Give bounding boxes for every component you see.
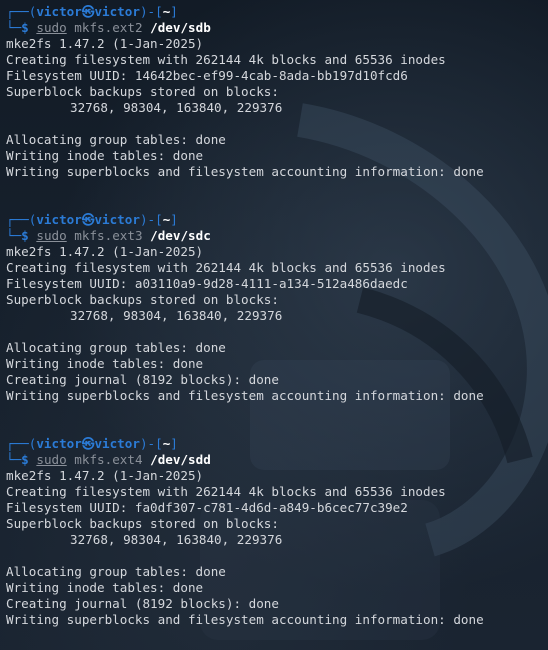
command-name: mkfs.ext4 <box>74 452 143 467</box>
command-line: └─$ sudo mkfs.ext4 /dev/sdd <box>6 452 211 467</box>
backup-blocks: 32768, 98304, 163840, 229376 <box>70 532 283 547</box>
prompt-line: ┌──(victor㉿victor)-[~] <box>6 436 178 451</box>
output-line: Filesystem UUID: fa0df307-c781-4d6d-a849… <box>6 500 408 515</box>
output-line: Superblock backups stored on blocks: <box>6 516 279 531</box>
prompt-skull-icon: ㉿ <box>81 436 95 451</box>
output-line: Writing superblocks and filesystem accou… <box>6 388 484 403</box>
prompt-user: victor <box>36 436 82 451</box>
command-device: /dev/sdb <box>150 20 211 35</box>
prompt-line: ┌──(victor㉿victor)-[~] <box>6 4 178 19</box>
command-block: ┌──(victor㉿victor)-[~] └─$ sudo mkfs.ext… <box>6 436 546 628</box>
prompt-skull-icon: ㉿ <box>81 4 95 19</box>
terminal-window[interactable]: ┌──(victor㉿victor)-[~] └─$ sudo mkfs.ext… <box>0 0 548 650</box>
command-name: mkfs.ext2 <box>74 20 143 35</box>
prompt-user: victor <box>36 212 82 227</box>
prompt-host: victor <box>94 212 140 227</box>
sudo-keyword: sudo <box>36 20 67 35</box>
output-line: Creating journal (8192 blocks): done <box>6 596 279 611</box>
output-line: Creating filesystem with 262144 4k block… <box>6 484 446 499</box>
prompt-line: ┌──(victor㉿victor)-[~] <box>6 212 178 227</box>
prompt-skull-icon: ㉿ <box>81 212 95 227</box>
output-line: Superblock backups stored on blocks: <box>6 292 279 307</box>
backup-blocks: 32768, 98304, 163840, 229376 <box>70 308 283 323</box>
output-line: Writing inode tables: done <box>6 148 204 163</box>
command-block: ┌──(victor㉿victor)-[~] └─$ sudo mkfs.ext… <box>6 4 546 180</box>
backup-blocks: 32768, 98304, 163840, 229376 <box>70 100 283 115</box>
command-block: ┌──(victor㉿victor)-[~] └─$ sudo mkfs.ext… <box>6 212 546 404</box>
command-name: mkfs.ext3 <box>74 228 143 243</box>
command-device: /dev/sdc <box>150 228 211 243</box>
command-line: └─$ sudo mkfs.ext2 /dev/sdb <box>6 20 211 35</box>
output-line: mke2fs 1.47.2 (1-Jan-2025) <box>6 468 204 483</box>
output-line: Writing superblocks and filesystem accou… <box>6 164 484 179</box>
sudo-keyword: sudo <box>36 452 67 467</box>
output-line: Writing inode tables: done <box>6 356 204 371</box>
output-line: Creating filesystem with 262144 4k block… <box>6 260 446 275</box>
terminal-output: ┌──(victor㉿victor)-[~] └─$ sudo mkfs.ext… <box>6 4 546 650</box>
output-line: Filesystem UUID: a03110a9-9d28-4111-a134… <box>6 276 408 291</box>
output-line: mke2fs 1.47.2 (1-Jan-2025) <box>6 36 204 51</box>
prompt-host: victor <box>94 4 140 19</box>
sudo-keyword: sudo <box>36 228 67 243</box>
output-line: Superblock backups stored on blocks: <box>6 84 279 99</box>
output-line: Allocating group tables: done <box>6 340 226 355</box>
output-line: mke2fs 1.47.2 (1-Jan-2025) <box>6 244 204 259</box>
output-line: Allocating group tables: done <box>6 132 226 147</box>
output-line: Creating journal (8192 blocks): done <box>6 372 279 387</box>
output-line: Writing superblocks and filesystem accou… <box>6 612 484 627</box>
prompt-cwd: ~ <box>162 436 171 451</box>
output-line: Allocating group tables: done <box>6 564 226 579</box>
prompt-user: victor <box>36 4 82 19</box>
prompt-cwd: ~ <box>162 212 171 227</box>
output-line: Writing inode tables: done <box>6 580 204 595</box>
output-line: Filesystem UUID: 14642bec-ef99-4cab-8ada… <box>6 68 408 83</box>
prompt-cwd: ~ <box>162 4 171 19</box>
command-device: /dev/sdd <box>150 452 211 467</box>
command-line: └─$ sudo mkfs.ext3 /dev/sdc <box>6 228 211 243</box>
prompt-host: victor <box>94 436 140 451</box>
output-line: Creating filesystem with 262144 4k block… <box>6 52 446 67</box>
